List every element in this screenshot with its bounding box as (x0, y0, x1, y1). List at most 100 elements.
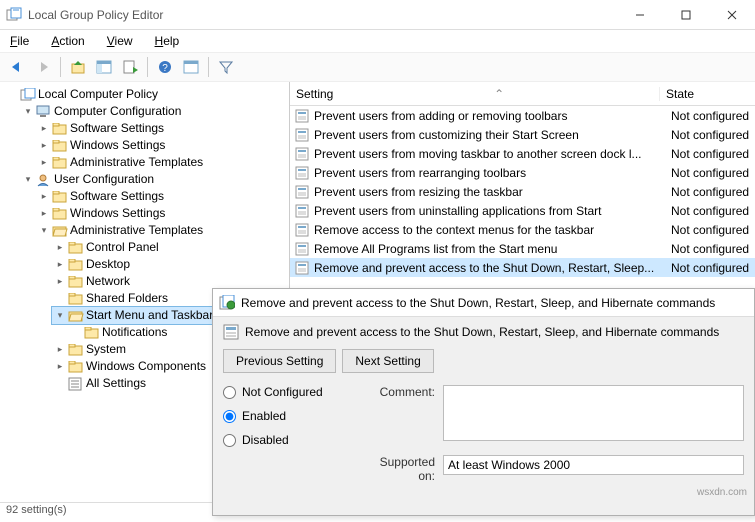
tree-label: Administrative Templates (70, 222, 203, 239)
comment-textarea[interactable] (443, 385, 744, 441)
tree-cc-admin[interactable]: ▸ Administrative Templates (36, 154, 287, 171)
folder-icon (52, 139, 68, 153)
list-row-state: Not configured (665, 242, 755, 256)
folder-open-icon (68, 309, 84, 323)
radio-not-configured[interactable]: Not Configured (223, 385, 363, 399)
radio-disabled[interactable]: Disabled (223, 433, 363, 447)
menu-file[interactable]: File (6, 33, 33, 49)
list-row[interactable]: Remove and prevent access to the Shut Do… (290, 258, 755, 277)
folder-open-icon (52, 224, 68, 238)
tree-label: Computer Configuration (54, 103, 181, 120)
list-row-name: Prevent users from rearranging toolbars (310, 166, 665, 180)
menu-action[interactable]: Action (47, 33, 88, 49)
chevron-right-icon[interactable]: ▸ (54, 276, 66, 288)
minimize-button[interactable] (617, 0, 663, 30)
tree-label: User Configuration (54, 171, 154, 188)
list-header: Setting ⌃ State (290, 82, 755, 106)
chevron-right-icon[interactable]: ▸ (54, 361, 66, 373)
radio-label: Not Configured (242, 385, 323, 399)
folder-icon (68, 343, 84, 357)
tree-label: Windows Components (86, 358, 206, 375)
list-row-state: Not configured (665, 166, 755, 180)
policy-item-icon (294, 109, 310, 123)
list-row[interactable]: Prevent users from uninstalling applicat… (290, 201, 755, 220)
chevron-down-icon[interactable]: ▾ (38, 225, 50, 237)
watermark: wsxdn.com (697, 487, 747, 498)
chevron-down-icon[interactable]: ▾ (22, 106, 34, 118)
chevron-down-icon[interactable]: ▾ (54, 310, 66, 322)
previous-setting-button[interactable]: Previous Setting (223, 349, 336, 373)
menu-bar: File Action View Help (0, 30, 755, 52)
tree-label: Windows Settings (70, 205, 165, 222)
close-button[interactable] (709, 0, 755, 30)
list-row[interactable]: Remove access to the context menus for t… (290, 220, 755, 239)
tree-uc-software[interactable]: ▸Software Settings (36, 188, 287, 205)
supported-on-label: Supported on: (363, 455, 443, 483)
list-row-state: Not configured (665, 204, 755, 218)
chevron-right-icon[interactable]: ▸ (38, 157, 50, 169)
sort-arrow-icon: ⌃ (339, 87, 659, 101)
tree-desktop[interactable]: ▸ Desktop (52, 256, 287, 273)
policy-item-icon (294, 128, 310, 142)
back-button[interactable] (6, 56, 28, 78)
list-row-state: Not configured (665, 109, 755, 123)
tree-user-config[interactable]: ▾ User Configuration (20, 171, 287, 188)
chevron-right-icon[interactable]: ▸ (38, 208, 50, 220)
folder-icon (68, 241, 84, 255)
chevron-right-icon[interactable]: ▸ (38, 191, 50, 203)
tree-label: Windows Settings (70, 137, 165, 154)
tree-uc-windows[interactable]: ▸ Windows Settings (36, 205, 287, 222)
folder-icon (52, 207, 68, 221)
policy-item-icon (294, 166, 310, 180)
tree-label: Administrative Templates (70, 154, 203, 171)
tree-cc-software[interactable]: ▸Software Settings (36, 120, 287, 137)
list-row-state: Not configured (665, 223, 755, 237)
show-hide-tree-button[interactable] (93, 56, 115, 78)
list-row[interactable]: Prevent users from resizing the taskbarN… (290, 182, 755, 201)
list-row[interactable]: Prevent users from customizing their Sta… (290, 125, 755, 144)
next-setting-button[interactable]: Next Setting (342, 349, 433, 373)
tree-label: All Settings (86, 375, 146, 392)
filter-button[interactable] (215, 56, 237, 78)
up-button[interactable] (67, 56, 89, 78)
tree-label: Notifications (102, 324, 167, 341)
tree-cc-windows[interactable]: ▸ Windows Settings (36, 137, 287, 154)
chevron-right-icon[interactable]: ▸ (54, 344, 66, 356)
chevron-right-icon[interactable]: ▸ (54, 259, 66, 271)
policy-item-icon (294, 185, 310, 199)
help-button[interactable]: ? (154, 56, 176, 78)
tree-label: Desktop (86, 256, 130, 273)
maximize-button[interactable] (663, 0, 709, 30)
folder-icon (68, 275, 84, 289)
chevron-right-icon[interactable]: ▸ (54, 242, 66, 254)
menu-help[interactable]: Help (151, 33, 184, 49)
properties-button[interactable] (180, 56, 202, 78)
chevron-right-icon[interactable]: ▸ (38, 140, 50, 152)
svg-text:?: ? (162, 63, 168, 74)
window-title: Local Group Policy Editor (28, 8, 163, 22)
forward-button[interactable] (32, 56, 54, 78)
menu-view[interactable]: View (103, 33, 137, 49)
chevron-right-icon[interactable]: ▸ (38, 123, 50, 135)
dialog-title-bar[interactable]: Remove and prevent access to the Shut Do… (213, 289, 754, 317)
tree-computer-config[interactable]: ▾ Computer Configuration (20, 103, 287, 120)
chevron-down-icon[interactable]: ▾ (22, 174, 34, 186)
list-row-state: Not configured (665, 128, 755, 142)
radio-enabled[interactable]: Enabled (223, 409, 363, 423)
tree-uc-admin[interactable]: ▾ Administrative Templates (36, 222, 287, 239)
policy-item-icon (223, 325, 239, 339)
column-state[interactable]: State (659, 87, 755, 101)
list-row-state: Not configured (665, 185, 755, 199)
list-row[interactable]: Remove All Programs list from the Start … (290, 239, 755, 258)
tree-control-panel[interactable]: ▸Control Panel (52, 239, 287, 256)
export-list-button[interactable] (119, 56, 141, 78)
column-setting[interactable]: Setting ⌃ (290, 87, 659, 101)
policy-item-icon (294, 204, 310, 218)
tree-root[interactable]: ▸ Local Computer Policy (4, 86, 287, 103)
folder-icon (52, 156, 68, 170)
settings-list-icon (68, 377, 84, 391)
list-row[interactable]: Prevent users from adding or removing to… (290, 106, 755, 125)
list-row[interactable]: Prevent users from rearranging toolbarsN… (290, 163, 755, 182)
list-row[interactable]: Prevent users from moving taskbar to ano… (290, 144, 755, 163)
policy-item-icon (294, 223, 310, 237)
